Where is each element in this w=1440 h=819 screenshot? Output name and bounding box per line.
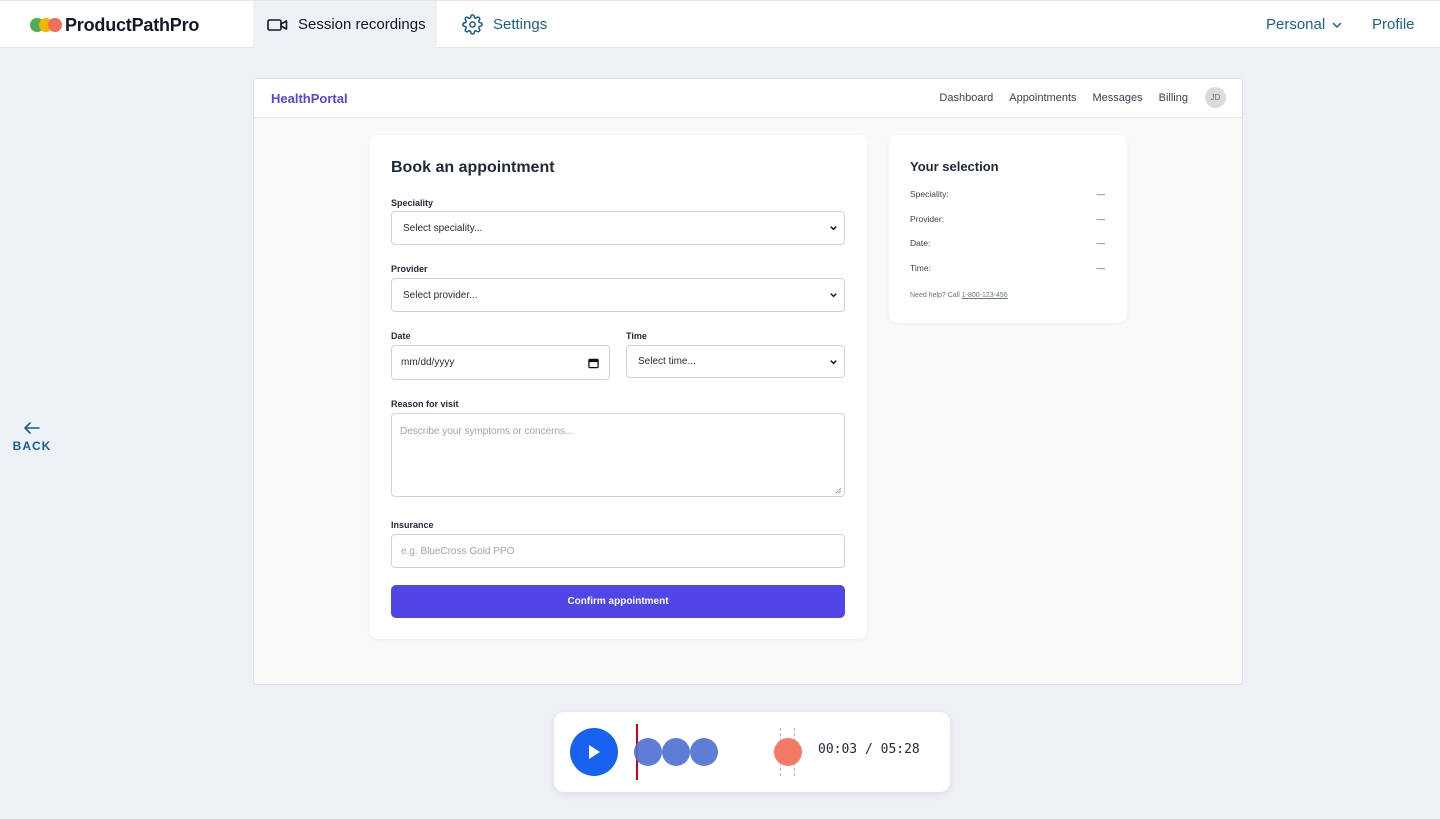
row-label: Date: [910, 238, 931, 248]
tab-label: Session recordings [298, 16, 426, 33]
play-button[interactable] [570, 728, 618, 776]
reason-textarea[interactable]: Describe your symptoms or concerns... [391, 413, 845, 497]
speciality-label: Speciality [391, 198, 434, 208]
insurance-label: Insurance [391, 520, 434, 530]
back-button[interactable]: BACK [12, 420, 52, 453]
selection-row-date: Date: — [910, 238, 1105, 248]
arrow-left-icon [12, 420, 52, 436]
provider-label: Provider [391, 264, 428, 274]
date-label: Date [391, 331, 411, 341]
row-value: — [1096, 189, 1106, 199]
row-value: — [1096, 214, 1106, 224]
timeline-error-marker[interactable] [774, 738, 802, 766]
booking-form-card: Book an appointment Speciality Select sp… [370, 135, 867, 639]
resize-handle-icon[interactable] [835, 487, 842, 494]
avatar[interactable]: JD [1205, 87, 1226, 108]
portal-brand[interactable]: HealthPortal [271, 91, 348, 106]
row-value: — [1096, 263, 1106, 273]
reason-label: Reason for visit [391, 399, 459, 409]
row-label: Time: [910, 263, 931, 273]
insurance-placeholder: e.g. BlueCross Gold PPO [401, 545, 515, 557]
portal-nav-links: Dashboard Appointments Messages Billing … [923, 87, 1226, 108]
portal-navbar: HealthPortal Dashboard Appointments Mess… [254, 79, 1242, 118]
nav-dashboard[interactable]: Dashboard [939, 92, 993, 104]
back-label: BACK [12, 439, 52, 453]
timeline-event-marker[interactable] [634, 738, 662, 766]
current-time: 00:03 [818, 742, 858, 757]
calendar-icon[interactable] [588, 357, 599, 368]
timeline-event-marker[interactable] [690, 738, 718, 766]
time-separator: / [864, 742, 873, 757]
help-text: Need help? Call 1-800-123-456 [910, 292, 1008, 299]
tab-label: Settings [493, 16, 548, 33]
gear-icon [462, 14, 483, 35]
insurance-input[interactable]: e.g. BlueCross Gold PPO [391, 534, 845, 568]
selection-title: Your selection [910, 159, 999, 174]
selection-row-time: Time: — [910, 263, 1105, 273]
playback-controls: 00:03 / 05:28 [554, 712, 950, 792]
help-prefix: Need help? Call [910, 292, 962, 299]
row-label: Provider: [910, 214, 945, 224]
timecode: 00:03 / 05:28 [818, 742, 920, 757]
row-value: — [1096, 238, 1106, 248]
time-select[interactable]: Select time... [626, 345, 845, 378]
provider-select-value: Select provider... [403, 289, 478, 301]
tab-session-recordings[interactable]: Session recordings [253, 1, 437, 48]
nav-messages[interactable]: Messages [1093, 92, 1143, 104]
selection-summary-card: Your selection Speciality: — Provider: —… [889, 135, 1127, 323]
selection-row-provider: Provider: — [910, 214, 1105, 224]
workspace-dropdown[interactable]: Personal [1266, 1, 1343, 48]
selection-row-speciality: Speciality: — [910, 189, 1105, 199]
form-title: Book an appointment [391, 159, 555, 176]
speciality-select-value: Select speciality... [403, 222, 483, 234]
recording-viewport: HealthPortal Dashboard Appointments Mess… [253, 78, 1243, 685]
chevron-down-icon [829, 224, 838, 233]
workspace-label: Personal [1266, 16, 1326, 33]
brand-name: ProductPathPro [65, 14, 200, 35]
nav-appointments[interactable]: Appointments [1009, 92, 1076, 104]
nav-billing[interactable]: Billing [1159, 92, 1188, 104]
logo-dots-icon [30, 18, 64, 32]
chevron-down-icon [829, 357, 838, 366]
brand-logo[interactable]: ProductPathPro [30, 14, 199, 36]
profile-link[interactable]: Profile [1372, 1, 1415, 48]
speciality-select[interactable]: Select speciality... [391, 211, 845, 245]
chevron-down-icon [1331, 19, 1343, 31]
date-input[interactable]: mm/dd/yyyy [391, 345, 610, 380]
help-phone-link[interactable]: 1-800-123-456 [962, 292, 1008, 299]
tab-settings[interactable]: Settings [462, 1, 547, 48]
time-select-value: Select time... [638, 356, 696, 367]
play-icon [586, 743, 602, 761]
timeline-event-marker[interactable] [662, 738, 690, 766]
confirm-appointment-button[interactable]: Confirm appointment [391, 585, 845, 618]
time-label: Time [626, 331, 647, 341]
chevron-down-icon [829, 291, 838, 300]
date-input-placeholder: mm/dd/yyyy [401, 357, 455, 368]
video-camera-icon [267, 17, 288, 33]
row-label: Speciality: [910, 189, 949, 199]
reason-placeholder: Describe your symptoms or concerns... [400, 426, 574, 437]
total-time: 05:28 [880, 742, 920, 757]
top-app-bar: ProductPathPro Session recordings Settin… [0, 0, 1440, 48]
provider-select[interactable]: Select provider... [391, 278, 845, 312]
